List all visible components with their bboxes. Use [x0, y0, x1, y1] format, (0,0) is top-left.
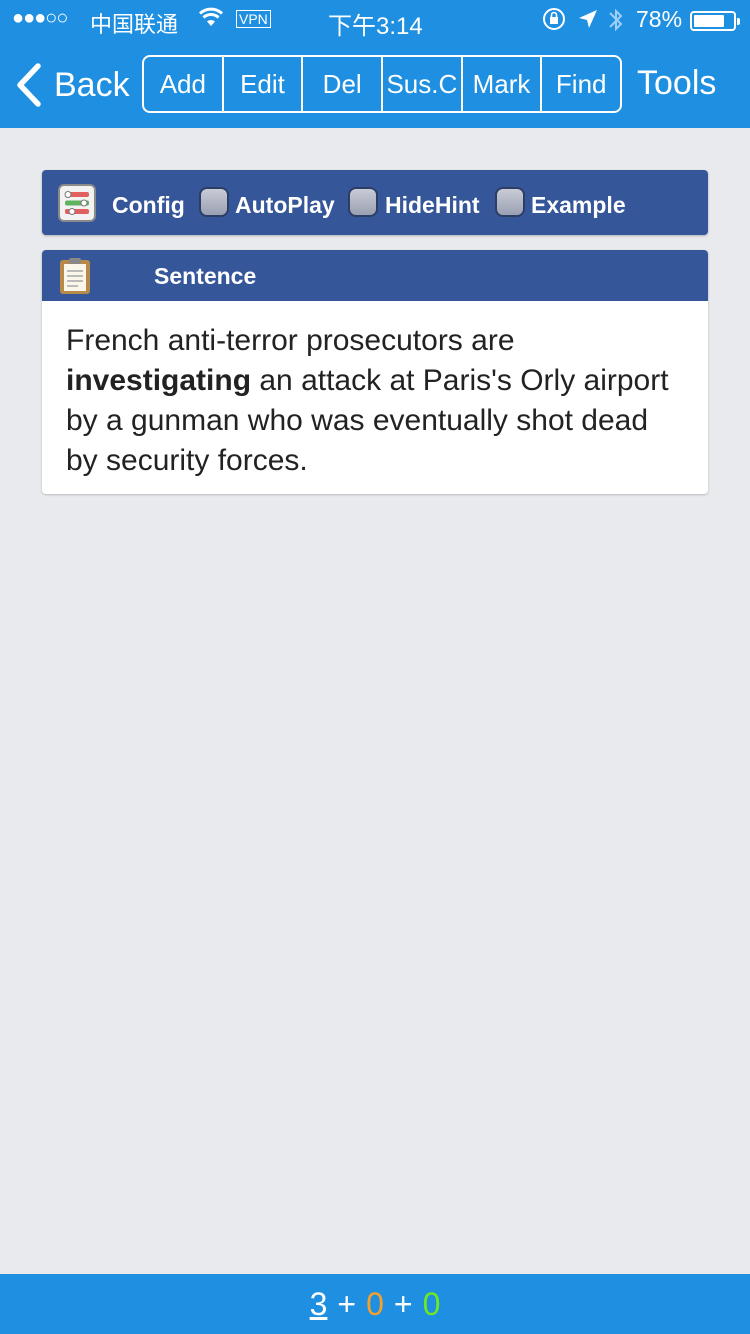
back-button[interactable]: Back: [14, 60, 130, 110]
settings-list-icon: [58, 184, 96, 227]
carrier-name: 中国联通: [90, 12, 179, 37]
bluetooth-icon: [606, 5, 626, 41]
plus-sign: +: [393, 1285, 413, 1322]
config-label: Config: [112, 192, 185, 218]
sentence-title: Sentence: [154, 263, 257, 289]
sentence-text-before: French anti-terror prosecutors are: [66, 324, 515, 357]
find-button[interactable]: Find: [542, 57, 620, 111]
rotation-lock-icon: [541, 6, 567, 38]
autoplay-checkbox[interactable]: [199, 187, 229, 217]
battery-percent: 78%: [636, 6, 683, 32]
wifi-icon: [198, 6, 224, 34]
location-icon: [577, 8, 599, 36]
clock: 下午3:14: [328, 13, 423, 40]
count-orange: 0: [366, 1285, 384, 1322]
add-button[interactable]: Add: [144, 57, 224, 111]
mark-button[interactable]: Mark: [463, 57, 543, 111]
battery-icon: [690, 11, 740, 31]
action-segmented-control: Add Edit Del Sus.C Mark Find: [142, 55, 622, 113]
bottom-counter-bar: 3 + 0 + 0: [0, 1274, 750, 1334]
sus-c-button[interactable]: Sus.C: [383, 57, 463, 111]
example-checkbox[interactable]: [495, 187, 525, 217]
hidehint-checkbox[interactable]: [348, 187, 378, 217]
count-green: 0: [422, 1285, 441, 1322]
sentence-card: French anti-terror prosecutors are inves…: [42, 301, 708, 494]
example-label: Example: [531, 192, 626, 218]
back-label: Back: [54, 65, 130, 104]
delete-button[interactable]: Del: [303, 57, 384, 111]
signal-strength: ●●●○○: [12, 7, 68, 29]
count-total[interactable]: 3: [310, 1286, 328, 1323]
tools-button[interactable]: Tools: [637, 64, 716, 103]
vpn-badge: VPN: [236, 10, 271, 28]
top-bar: ●●●○○ 中国联通 VPN 下午3:14 78% Back Add Edit …: [0, 0, 750, 128]
config-bar: Config AutoPlay HideHint Example: [42, 170, 708, 235]
sentence-header: Sentence: [42, 250, 708, 301]
edit-button[interactable]: Edit: [224, 57, 304, 111]
status-bar: ●●●○○ 中国联通 VPN 下午3:14 78%: [0, 0, 750, 40]
chevron-left-icon: [17, 63, 41, 107]
hidehint-label: HideHint: [385, 192, 480, 218]
autoplay-label: AutoPlay: [235, 192, 335, 218]
sentence-highlight-word[interactable]: investigating: [66, 364, 251, 397]
clipboard-icon: [58, 257, 92, 300]
plus-sign: +: [337, 1285, 357, 1322]
